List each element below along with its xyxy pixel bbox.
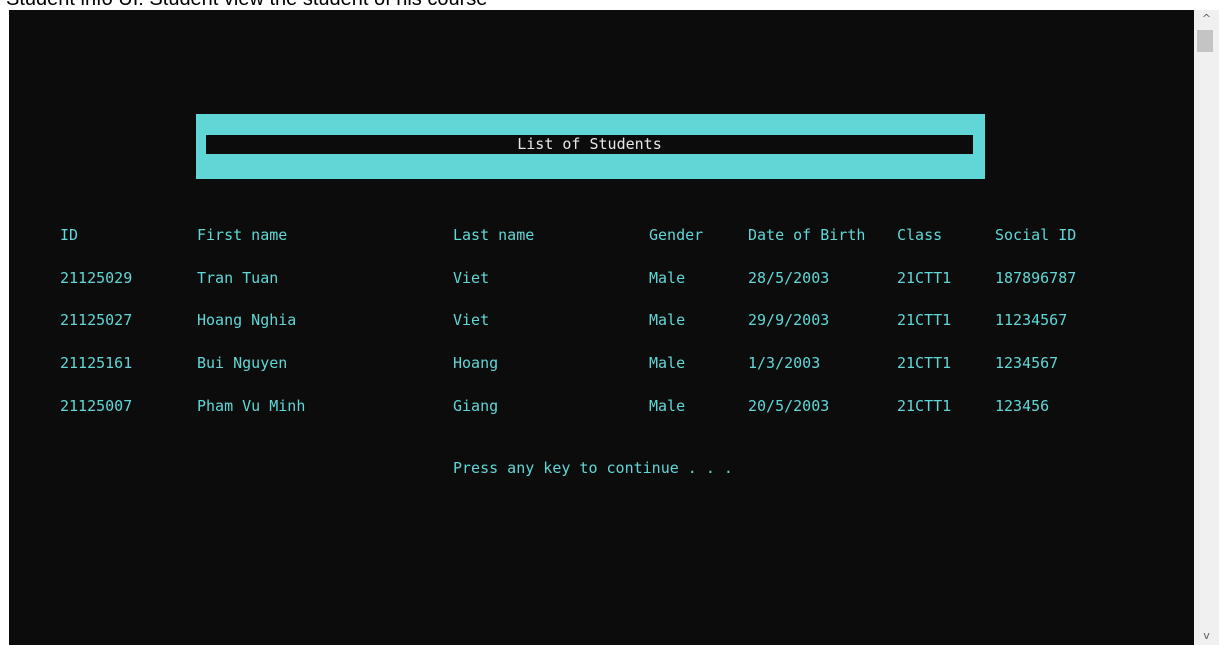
cell-social-id: 11234567 <box>995 311 1068 329</box>
cell-id: 21125027 <box>60 311 133 329</box>
page-title: List of Students <box>206 135 973 154</box>
cell-class: 21CTT1 <box>897 354 952 372</box>
cell-date-of-birth: 20/5/2003 <box>748 397 830 415</box>
header-gender: Gender <box>649 226 704 244</box>
console-window[interactable]: List of Students ID First name Last name… <box>9 10 1194 645</box>
scrollbar-thumb[interactable] <box>1197 30 1213 52</box>
cell-id: 21125161 <box>60 354 133 372</box>
cell-social-id: 1234567 <box>995 354 1059 372</box>
cell-first-name: Pham Vu Minh <box>197 397 306 415</box>
cell-last-name: Hoang <box>453 354 499 372</box>
chevron-up-icon[interactable]: ^ <box>1194 10 1219 28</box>
cell-class: 21CTT1 <box>897 269 952 287</box>
title-frame: List of Students <box>196 114 985 179</box>
cell-date-of-birth: 1/3/2003 <box>748 354 821 372</box>
cell-gender: Male <box>649 397 686 415</box>
cell-social-id: 187896787 <box>995 269 1077 287</box>
cell-id: 21125029 <box>60 269 133 287</box>
header-date-of-birth: Date of Birth <box>748 226 866 244</box>
cell-first-name: Tran Tuan <box>197 269 279 287</box>
vertical-scrollbar[interactable]: ^ v <box>1194 10 1219 645</box>
header-first-name: First name <box>197 226 288 244</box>
header-id: ID <box>60 226 79 244</box>
cell-id: 21125007 <box>60 397 133 415</box>
cell-date-of-birth: 28/5/2003 <box>748 269 830 287</box>
cell-first-name: Bui Nguyen <box>197 354 288 372</box>
cell-last-name: Viet <box>453 311 490 329</box>
cell-class: 21CTT1 <box>897 311 952 329</box>
header-social-id: Social ID <box>995 226 1077 244</box>
cell-last-name: Viet <box>453 269 490 287</box>
header-last-name: Last name <box>453 226 535 244</box>
cell-social-id: 123456 <box>995 397 1050 415</box>
cell-last-name: Giang <box>453 397 499 415</box>
window-title-strip: Student info UI: Student view the studen… <box>0 0 1219 10</box>
chevron-down-icon[interactable]: v <box>1194 627 1219 645</box>
window-title: Student info UI: Student view the studen… <box>6 0 487 10</box>
cell-class: 21CTT1 <box>897 397 952 415</box>
continue-prompt: Press any key to continue . . . <box>453 459 733 477</box>
cell-gender: Male <box>649 354 686 372</box>
cell-first-name: Hoang Nghia <box>197 311 297 329</box>
header-class: Class <box>897 226 943 244</box>
cell-date-of-birth: 29/9/2003 <box>748 311 830 329</box>
cell-gender: Male <box>649 269 686 287</box>
cell-gender: Male <box>649 311 686 329</box>
